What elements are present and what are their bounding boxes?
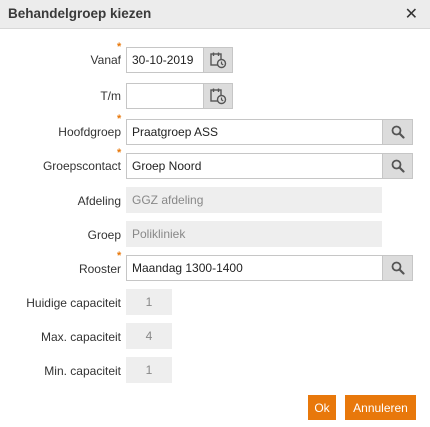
rooster-label: Rooster: [78, 262, 121, 276]
dialog-title: Behandelgroep kiezen: [8, 6, 152, 21]
groepscontact-input[interactable]: [126, 153, 383, 179]
groepscontact-label: Groepscontact: [42, 159, 121, 173]
huidige-capaciteit-label: Huidige capaciteit: [26, 296, 121, 310]
hoofdgroep-required-mark: *: [117, 113, 122, 125]
vanaf-date-input[interactable]: [126, 47, 204, 73]
hoofdgroep-input[interactable]: [126, 119, 383, 145]
huidige-capaciteit-value: 1: [126, 289, 172, 315]
groep-label: Groep: [87, 228, 121, 242]
close-icon[interactable]: ✕: [405, 4, 418, 24]
afdeling-label: Afdeling: [77, 194, 121, 208]
search-icon: [391, 125, 405, 139]
rooster-input[interactable]: [126, 255, 383, 281]
dialog-titlebar: Behandelgroep kiezen ✕: [0, 0, 430, 29]
vanaf-required-mark: *: [117, 41, 122, 53]
min-capaciteit-value: 1: [126, 357, 172, 383]
vanaf-calendar-button[interactable]: [203, 47, 233, 73]
hoofdgroep-label: Hoofdgroep: [58, 125, 121, 139]
groep-value: Polikliniek: [126, 221, 382, 247]
dialog: Behandelgroep kiezen ✕ Vanaf * T/m Hoofd…: [0, 0, 430, 427]
tm-date-input[interactable]: [126, 83, 204, 109]
search-icon: [391, 261, 405, 275]
tm-calendar-button[interactable]: [203, 83, 233, 109]
max-capaciteit-label: Max. capaciteit: [40, 330, 121, 344]
max-capaciteit-value: 4: [126, 323, 172, 349]
groepscontact-required-mark: *: [117, 147, 122, 159]
search-icon: [391, 159, 405, 173]
calendar-clock-icon: [210, 52, 227, 69]
rooster-search-button[interactable]: [382, 255, 413, 281]
rooster-required-mark: *: [117, 250, 122, 262]
ok-button[interactable]: Ok: [308, 395, 336, 420]
groepscontact-search-button[interactable]: [382, 153, 413, 179]
afdeling-value: GGZ afdeling: [126, 187, 382, 213]
vanaf-label: Vanaf: [90, 53, 121, 67]
tm-label: T/m: [100, 89, 121, 103]
calendar-clock-icon: [210, 88, 227, 105]
annuleren-button[interactable]: Annuleren: [345, 395, 416, 420]
min-capaciteit-label: Min. capaciteit: [44, 364, 121, 378]
hoofdgroep-search-button[interactable]: [382, 119, 413, 145]
